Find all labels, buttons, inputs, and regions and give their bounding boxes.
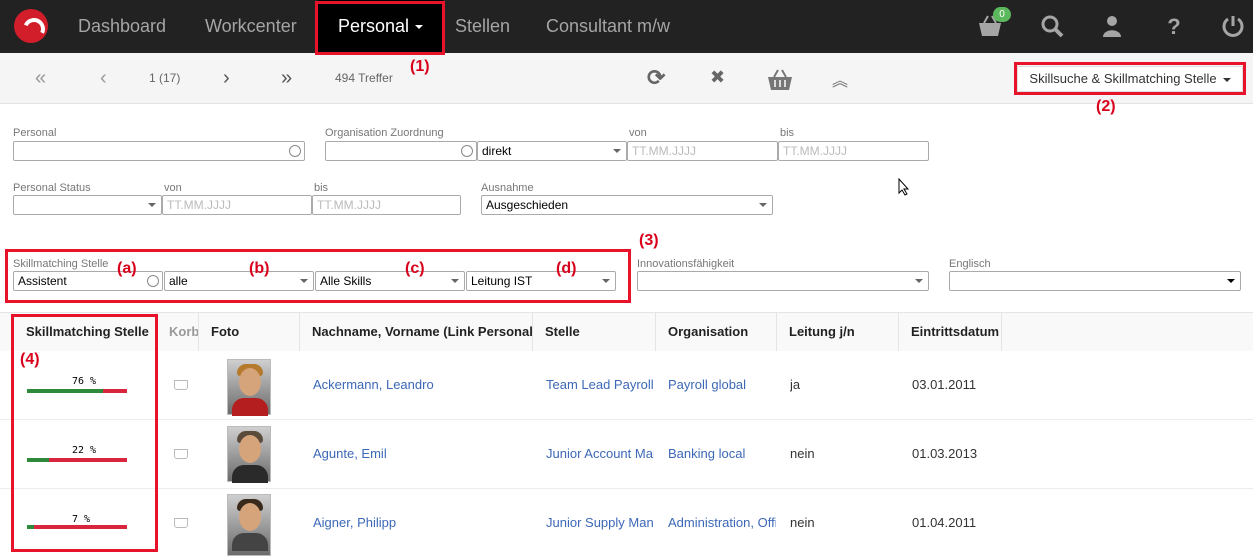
col-header-korb[interactable]: Korb: [157, 312, 199, 351]
nav-dashboard[interactable]: Dashboard: [78, 0, 166, 53]
leitung-value: nein: [790, 515, 815, 530]
add-to-basket-icon[interactable]: [766, 68, 794, 95]
bis-label: bis: [780, 127, 795, 139]
stelle-link[interactable]: Junior Supply Manager: [546, 515, 654, 530]
chevron-down-icon: [915, 279, 923, 283]
col-header-name[interactable]: Nachname, Vorname (Link Personal): [300, 312, 533, 351]
personal-field[interactable]: [13, 141, 305, 161]
user-icon[interactable]: [1099, 14, 1125, 40]
chevron-down-icon: [148, 203, 156, 207]
stelle-link[interactable]: Junior Account Manager: [546, 446, 654, 461]
person-photo: [227, 426, 271, 483]
col-header-eintritt[interactable]: Eintrittsdatum: [899, 312, 1002, 351]
von-label: von: [629, 127, 647, 139]
person-name-link[interactable]: Agunte, Emil: [313, 446, 528, 461]
org-bis-date[interactable]: TT.MM.JJJJ: [778, 141, 929, 161]
nav-consultant[interactable]: Consultant m/w: [546, 0, 670, 53]
col-header-leitung[interactable]: Leitung j/n: [777, 312, 899, 351]
person-name-link[interactable]: Aigner, Philipp: [313, 515, 528, 530]
ausnahme-value: Ausgeschieden: [486, 198, 569, 212]
leitung-value: ja: [790, 377, 801, 392]
org-field[interactable]: [325, 141, 477, 161]
nav-stellen[interactable]: Stellen: [455, 0, 510, 53]
lookup-icon[interactable]: [461, 145, 473, 157]
annotation-box-4: [11, 314, 158, 552]
person-name-link[interactable]: Ackermann, Leandro: [313, 377, 528, 392]
basket-count-badge: 0: [993, 7, 1011, 22]
ausnahme-select[interactable]: Ausgeschieden: [481, 195, 773, 215]
bis-label: bis: [314, 182, 329, 194]
annotation-label-a: (a): [117, 260, 137, 277]
search-icon[interactable]: [1039, 14, 1065, 40]
col-header-stelle[interactable]: Stelle: [533, 312, 656, 351]
annotation-box-1: [315, 1, 445, 55]
last-page-icon[interactable]: »: [281, 67, 292, 90]
org-von-date[interactable]: TT.MM.JJJJ: [627, 141, 778, 161]
annotation-label-c: (c): [405, 260, 425, 277]
col-header-foto[interactable]: Foto: [199, 312, 300, 351]
annotation-label-4: (4): [20, 351, 40, 368]
basket-icon[interactable]: [174, 380, 188, 390]
hit-count: 494 Treffer: [335, 71, 393, 85]
annotation-box-2: [1014, 62, 1246, 95]
person-photo: [227, 494, 271, 556]
basket-icon[interactable]: [174, 449, 188, 459]
annotation-label-2: (2): [1096, 98, 1116, 115]
annotation-label-b: (b): [249, 260, 270, 277]
status-select[interactable]: [13, 195, 162, 215]
table-row[interactable]: 7 % Aigner, Philipp Junior Supply Manage…: [0, 489, 1253, 556]
next-page-icon[interactable]: ›: [223, 67, 230, 90]
personal-label: Personal: [13, 127, 57, 139]
page-indicator: 1 (17): [149, 71, 181, 85]
annotation-label-1: (1): [410, 58, 430, 75]
von-label: von: [164, 182, 182, 194]
annotation-label-d: (d): [556, 260, 577, 277]
ausnahme-label: Ausnahme: [481, 182, 534, 194]
annotation-box-3: [5, 249, 631, 303]
table-row[interactable]: 76 % Ackermann, Leandro Team Lead Payrol…: [0, 351, 1253, 420]
chevron-down-icon: [759, 203, 767, 207]
prev-page-icon[interactable]: ‹: [100, 67, 107, 90]
org-mode-select[interactable]: direkt: [477, 141, 627, 161]
col-header-organisation[interactable]: Organisation: [656, 312, 777, 351]
innovation-label: Innovationsfähigkeit: [637, 258, 735, 270]
englisch-select[interactable]: [949, 271, 1241, 291]
collapse-icon[interactable]: ︽: [832, 67, 848, 91]
innovation-select[interactable]: [637, 271, 929, 291]
organisation-link[interactable]: Administration, Office: [668, 515, 776, 530]
eintritt-value: 01.04.2011: [912, 515, 977, 530]
leitung-value: nein: [790, 446, 815, 461]
nav-workcenter[interactable]: Workcenter: [205, 0, 297, 53]
org-label: Organisation Zuordnung: [325, 127, 444, 139]
stelle-link[interactable]: Team Lead Payroll: [546, 377, 654, 392]
eintritt-value: 01.03.2013: [912, 446, 978, 461]
help-icon[interactable]: ?: [1161, 14, 1187, 40]
chevron-down-icon: [1227, 279, 1235, 283]
lookup-icon[interactable]: [289, 145, 301, 157]
top-navbar: Dashboard Workcenter Personal Stellen Co…: [0, 0, 1253, 53]
app-logo-icon[interactable]: [14, 9, 48, 43]
org-mode-value: direkt: [482, 144, 512, 158]
organisation-link[interactable]: Payroll global: [668, 377, 776, 392]
status-bis-date[interactable]: TT.MM.JJJJ: [312, 195, 461, 215]
refresh-icon[interactable]: ⟳: [647, 65, 665, 91]
power-icon[interactable]: [1220, 14, 1246, 40]
first-page-icon[interactable]: «: [35, 67, 46, 90]
close-icon[interactable]: ✖: [710, 67, 725, 88]
englisch-label: Englisch: [949, 258, 991, 270]
table-row[interactable]: 22 % Agunte, Emil Junior Account Manager…: [0, 420, 1253, 489]
person-photo: [227, 359, 271, 416]
eintritt-value: 03.01.2011: [912, 377, 977, 392]
status-von-date[interactable]: TT.MM.JJJJ: [162, 195, 312, 215]
status-label: Personal Status: [13, 182, 91, 194]
mouse-cursor-icon: [898, 177, 910, 199]
chevron-down-icon: [613, 149, 621, 153]
annotation-label-3: (3): [639, 232, 659, 249]
organisation-link[interactable]: Banking local: [668, 446, 776, 461]
basket-icon[interactable]: [174, 518, 188, 528]
